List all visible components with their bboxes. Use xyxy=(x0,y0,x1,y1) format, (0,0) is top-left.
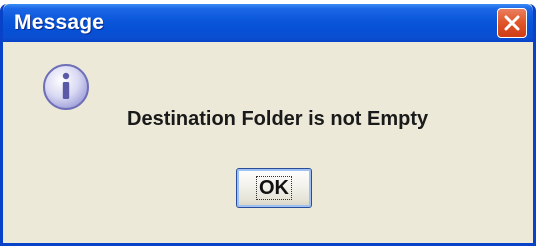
ok-button-label: OK xyxy=(259,176,289,199)
information-icon xyxy=(43,64,89,110)
ok-button[interactable]: OK xyxy=(236,168,312,208)
message-text: Destination Folder is not Empty xyxy=(127,108,429,130)
close-button[interactable] xyxy=(497,8,527,38)
window-title: Message xyxy=(14,11,105,34)
close-icon xyxy=(504,15,520,31)
message-dialog: Message Destination Folder is not Empty xyxy=(0,4,536,246)
title-bar[interactable]: Message xyxy=(3,4,533,42)
dialog-body: Destination Folder is not Empty OK xyxy=(3,42,533,243)
